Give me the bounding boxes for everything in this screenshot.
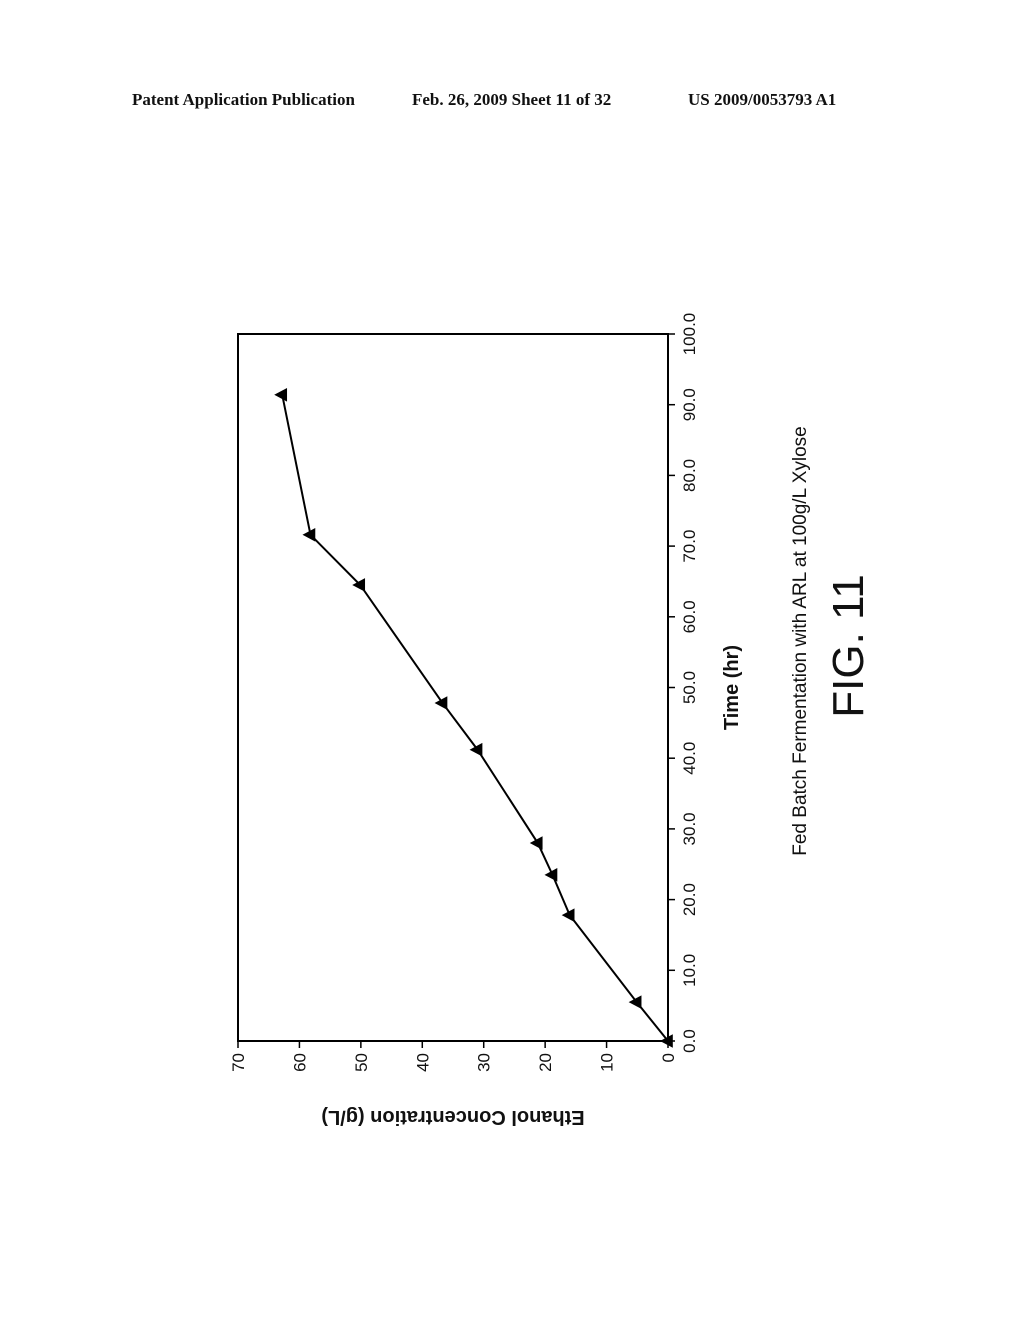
y-axis-title: Ethanol Concentration (g/L) xyxy=(321,1106,584,1128)
figure-11: 0.0 10.0 20.0 30.0 40.0 50.0 60.0 70.0 80.0 90.0 1… xyxy=(229,313,873,1128)
series-line xyxy=(281,394,669,1042)
x-tick-label: 100.0 xyxy=(680,313,699,356)
x-tick-label: 10.0 xyxy=(680,954,699,987)
data-point-marker xyxy=(660,1034,673,1048)
data-point-marker xyxy=(434,696,448,710)
data-point-marker xyxy=(529,836,543,850)
figure-caption: Fed Batch Fermentation with ARL at 100g/… xyxy=(790,426,811,856)
x-tick-label: 80.0 xyxy=(680,459,699,492)
data-point-marker xyxy=(274,388,288,402)
x-tick-label: 50.0 xyxy=(680,671,699,704)
x-axis-ticks: 0.0 10.0 20.0 30.0 40.0 50.0 60.0 70.0 80.0 90.0 1… xyxy=(668,313,699,1053)
x-tick-label: 0.0 xyxy=(680,1029,699,1053)
data-point-marker xyxy=(469,742,483,757)
x-tick-label: 20.0 xyxy=(680,883,699,916)
x-tick-label: 40.0 xyxy=(680,742,699,775)
x-tick-label: 60.0 xyxy=(680,600,699,633)
y-tick-label: 50 xyxy=(352,1053,371,1072)
data-point-marker xyxy=(628,995,642,1009)
x-tick-label: 70.0 xyxy=(680,530,699,563)
y-tick-label: 40 xyxy=(413,1053,432,1072)
figure-label: FIG. 11 xyxy=(824,574,873,717)
plot-frame xyxy=(237,333,669,1042)
y-tick-label: 70 xyxy=(229,1053,248,1072)
y-tick-label: 60 xyxy=(290,1053,309,1072)
y-axis-ticks: 0 10 20 30 40 50 60 70 xyxy=(229,1041,678,1072)
y-tick-label: 0 xyxy=(659,1053,678,1062)
y-tick-label: 30 xyxy=(475,1053,494,1072)
y-tick-label: 20 xyxy=(536,1053,555,1072)
x-tick-label: 30.0 xyxy=(680,812,699,845)
x-axis-title: Time (hr) xyxy=(721,645,743,730)
series-markers xyxy=(274,388,673,1048)
y-tick-label: 10 xyxy=(598,1053,617,1072)
x-tick-label: 90.0 xyxy=(680,388,699,421)
chart-area: 0.0 10.0 20.0 30.0 40.0 50.0 60.0 70.0 80.0 90.0 1… xyxy=(229,313,873,1128)
